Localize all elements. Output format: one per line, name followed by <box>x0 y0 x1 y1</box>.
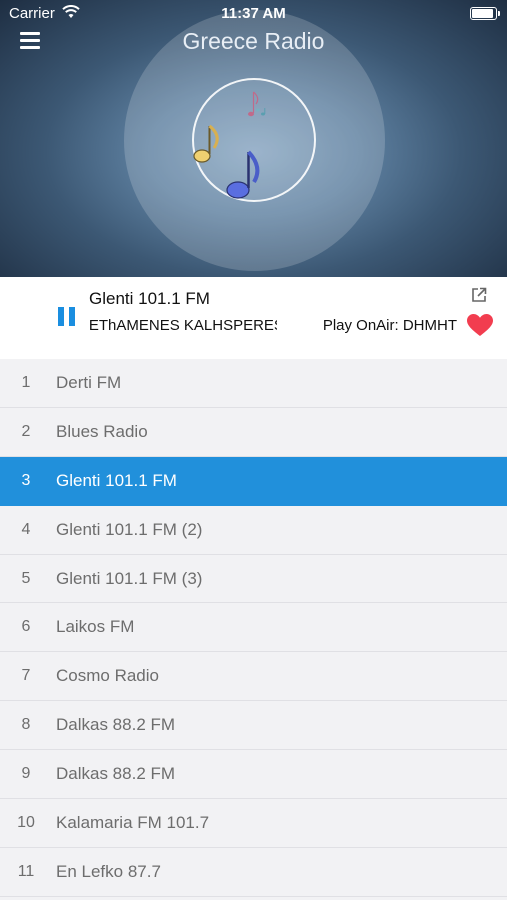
station-row[interactable]: 5 Glenti 101.1 FM (3) <box>0 554 507 604</box>
battery-icon <box>470 7 500 20</box>
station-name: Laikos FM <box>56 617 135 637</box>
now-playing-bar: Glenti 101.1 FM 'EThAMENES KALHSPERES Pl… <box>0 277 507 359</box>
station-number: 1 <box>21 374 31 391</box>
station-number: 4 <box>21 520 31 538</box>
music-notes-icon <box>193 91 266 199</box>
station-row[interactable]: 11 En Lefko 87.7 <box>0 847 507 897</box>
station-number: 5 <box>21 569 31 587</box>
station-name: Dalkas 88.2 FM <box>56 764 176 784</box>
pause-button[interactable] <box>58 307 76 327</box>
share-icon[interactable] <box>471 287 487 303</box>
station-row[interactable]: 4 Glenti 101.1 FM (2) <box>0 505 507 555</box>
app-title: Greece Radio <box>182 28 325 54</box>
now-playing-track: 'EThAMENES KALHSPERES <box>89 317 277 334</box>
station-number: 3 <box>21 471 31 489</box>
battery-level <box>472 9 493 18</box>
station-list: 1 Derti FM 2 Blues Radio 3 Glenti 101.1 FM 4 Gl… <box>0 359 507 897</box>
station-name: Glenti 101.1 FM (2) <box>56 519 203 539</box>
station-number: 2 <box>21 422 31 440</box>
station-row[interactable]: 7 Cosmo Radio <box>0 652 507 702</box>
station-name: Glenti 101.1 FM <box>56 470 177 490</box>
station-number: 8 <box>21 716 31 734</box>
header-artwork: Carrier 11:37 AM Greece Radio <box>0 0 507 277</box>
station-name: Kalamaria FM 101.7 <box>56 813 210 833</box>
station-name: Cosmo Radio <box>56 666 159 686</box>
station-name: Glenti 101.1 FM (3) <box>56 568 203 588</box>
station-row[interactable]: 6 Laikos FM <box>0 603 507 653</box>
now-playing-track-marquee: 'EThAMENES KALHSPERES <box>89 317 277 337</box>
station-number: 10 <box>17 814 35 832</box>
station-number: 9 <box>21 765 31 783</box>
station-number: 11 <box>17 862 35 880</box>
station-name: Derti FM <box>56 373 122 392</box>
now-playing-station: Glenti 101.1 FM <box>89 289 210 308</box>
station-row[interactable]: 8 Dalkas 88.2 FM <box>0 701 507 751</box>
station-name: En Lefko 87.7 <box>56 861 161 881</box>
station-row[interactable]: 3 Glenti 101.1 FM <box>0 456 507 506</box>
station-row[interactable]: 9 Dalkas 88.2 FM <box>0 750 507 800</box>
station-row[interactable]: 1 Derti FM <box>0 359 507 408</box>
station-row[interactable]: 2 Blues Radio <box>0 407 507 457</box>
station-number: 6 <box>21 618 31 636</box>
favorite-heart-icon[interactable] <box>467 314 493 337</box>
station-number: 7 <box>21 667 31 685</box>
onair-label: Play OnAir: DHMHT <box>322 317 457 334</box>
station-row[interactable]: 10 Kalamaria FM 101.7 <box>0 799 507 848</box>
station-name: Blues Radio <box>56 421 148 441</box>
station-name: Dalkas 88.2 FM <box>56 715 176 735</box>
